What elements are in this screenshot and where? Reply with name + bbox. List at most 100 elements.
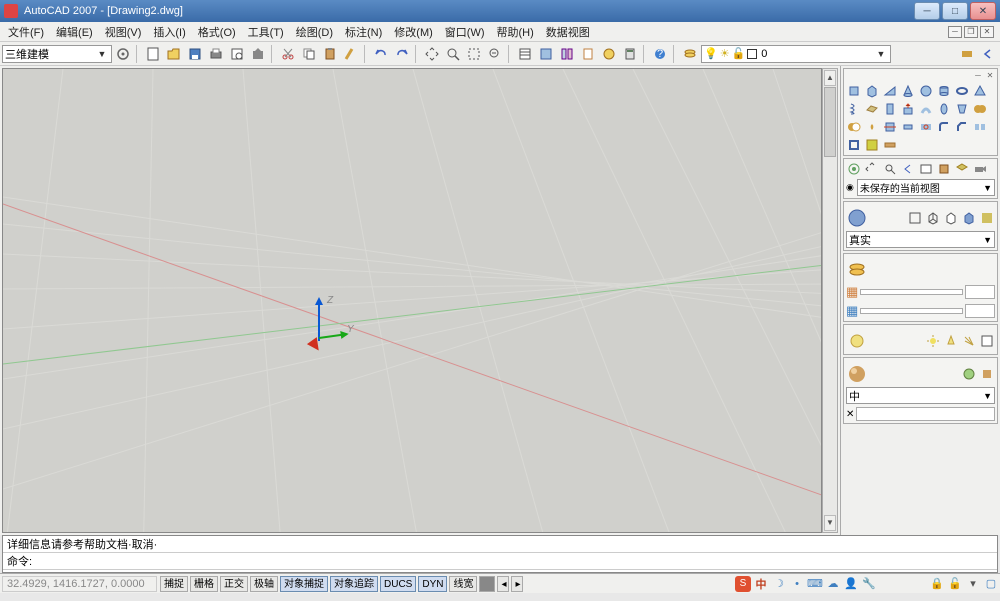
ducs-toggle[interactable]: DUCS: [380, 576, 416, 592]
menu-insert[interactable]: 插入(I): [147, 22, 191, 42]
subtract-icon[interactable]: [846, 119, 862, 135]
design-center-icon[interactable]: [536, 44, 556, 64]
grid-toggle[interactable]: 栅格: [190, 576, 218, 592]
quickcalc-icon[interactable]: [620, 44, 640, 64]
layout-nav[interactable]: ◂: [497, 576, 509, 592]
help-icon[interactable]: ?: [650, 44, 670, 64]
material-dropdown[interactable]: 中 ▼: [846, 387, 995, 404]
sheet-set-icon[interactable]: [578, 44, 598, 64]
tray-lock-icon[interactable]: 🔓: [947, 576, 963, 592]
imprint-icon[interactable]: [918, 119, 934, 135]
loft-icon[interactable]: [954, 101, 970, 117]
close-x-icon[interactable]: ✕: [846, 409, 854, 420]
markup-icon[interactable]: [599, 44, 619, 64]
orbit-icon[interactable]: [846, 161, 862, 177]
copy-icon[interactable]: [299, 44, 319, 64]
vs-realistic-icon[interactable]: [961, 210, 977, 226]
cone-icon[interactable]: [900, 83, 916, 99]
match-icon[interactable]: [341, 44, 361, 64]
command-input-line[interactable]: 命令:: [3, 553, 997, 570]
flatshot-icon[interactable]: [882, 137, 898, 153]
menu-format[interactable]: 格式(O): [192, 22, 242, 42]
sweep-icon[interactable]: [918, 101, 934, 117]
palette-minimize-icon[interactable]: ─: [973, 71, 983, 81]
visual-style-icon[interactable]: [846, 207, 868, 229]
menu-draw[interactable]: 绘图(D): [290, 22, 339, 42]
layers-icon[interactable]: [846, 259, 868, 281]
menu-tools[interactable]: 工具(T): [242, 22, 290, 42]
slider-1[interactable]: [860, 289, 963, 295]
sphere-icon[interactable]: [918, 83, 934, 99]
ime-tool-icon[interactable]: 🔧: [861, 576, 877, 592]
tool-palettes-icon[interactable]: [557, 44, 577, 64]
zoom-prev-icon[interactable]: [485, 44, 505, 64]
ime-icon[interactable]: S: [735, 576, 751, 592]
list-icon-2[interactable]: ▦: [846, 303, 858, 319]
ime-lang[interactable]: 中: [753, 576, 769, 592]
vertical-scrollbar[interactable]: ▲ ▼: [822, 68, 838, 533]
revolve-icon[interactable]: [936, 101, 952, 117]
doc-minimize-button[interactable]: ─: [948, 26, 962, 38]
fillet-edge-icon[interactable]: [936, 119, 952, 135]
menu-file[interactable]: 文件(F): [2, 22, 50, 42]
extrude-icon[interactable]: [882, 101, 898, 117]
scroll-track[interactable]: [823, 87, 837, 514]
otrack-toggle[interactable]: 对象追踪: [330, 576, 378, 592]
zoom-window-icon[interactable]: [464, 44, 484, 64]
radio-icon[interactable]: ◉: [846, 182, 854, 193]
layer-dropdown[interactable]: 💡 ☀ 🔓 0 ▼: [701, 45, 891, 63]
comm-icon[interactable]: 🔒: [929, 576, 945, 592]
union-icon[interactable]: [972, 101, 988, 117]
new-icon[interactable]: [143, 44, 163, 64]
shell-icon[interactable]: [846, 137, 862, 153]
ime-dot-icon[interactable]: •: [789, 576, 805, 592]
menu-window[interactable]: 窗口(W): [439, 22, 491, 42]
mat-browser-icon[interactable]: [961, 366, 977, 382]
layout-nav-2[interactable]: ▸: [511, 576, 523, 592]
helix-icon[interactable]: [846, 101, 862, 117]
vs-manage-icon[interactable]: [979, 210, 995, 226]
coordinates-display[interactable]: 32.4929, 1416.1727, 0.0000: [2, 576, 157, 592]
wedge-icon[interactable]: [882, 83, 898, 99]
ime-kbd-icon[interactable]: ⌨: [807, 576, 823, 592]
spotlight-icon[interactable]: [943, 333, 959, 349]
mat-attach-icon[interactable]: [979, 366, 995, 382]
menu-view[interactable]: 视图(V): [99, 22, 148, 42]
open-icon[interactable]: [164, 44, 184, 64]
scroll-down-button[interactable]: ▼: [824, 515, 836, 531]
close-button[interactable]: ✕: [970, 2, 996, 20]
print-icon[interactable]: [206, 44, 226, 64]
chamfer-edge-icon[interactable]: [954, 119, 970, 135]
snap-toggle[interactable]: 捕捉: [160, 576, 188, 592]
intersect-icon[interactable]: [864, 119, 880, 135]
polar-toggle[interactable]: 极轴: [250, 576, 278, 592]
separate-icon[interactable]: [972, 119, 988, 135]
preview-icon[interactable]: [227, 44, 247, 64]
torus-icon[interactable]: [954, 83, 970, 99]
box-icon[interactable]: [864, 83, 880, 99]
polysolid-icon[interactable]: [846, 83, 862, 99]
workspace-dropdown[interactable]: 三维建模 ▼: [2, 45, 112, 63]
menu-dimension[interactable]: 标注(N): [339, 22, 388, 42]
redo-icon[interactable]: [392, 44, 412, 64]
doc-close-button[interactable]: ✕: [980, 26, 994, 38]
light-icon[interactable]: [846, 330, 868, 352]
layer-match-icon[interactable]: [957, 44, 977, 64]
osnap-toggle[interactable]: 对象捕捉: [280, 576, 328, 592]
slice-icon[interactable]: [882, 119, 898, 135]
paste-icon[interactable]: [320, 44, 340, 64]
tray-tri-icon[interactable]: ▾: [965, 576, 981, 592]
light-list-icon[interactable]: [979, 333, 995, 349]
palette-close-icon[interactable]: ✕: [985, 71, 995, 81]
pyramid-icon[interactable]: [972, 83, 988, 99]
ortho-toggle[interactable]: 正交: [220, 576, 248, 592]
slider-2[interactable]: [860, 308, 963, 314]
3dzoom-icon[interactable]: [882, 161, 898, 177]
distant-light-icon[interactable]: [961, 333, 977, 349]
doc-restore-button[interactable]: ❐: [964, 26, 978, 38]
maximize-button[interactable]: □: [942, 2, 968, 20]
minimize-button[interactable]: ─: [914, 2, 940, 20]
list-icon[interactable]: ▦: [846, 284, 858, 300]
layer-prev-icon[interactable]: [978, 44, 998, 64]
3d-viewport[interactable]: Z Y: [2, 68, 822, 533]
